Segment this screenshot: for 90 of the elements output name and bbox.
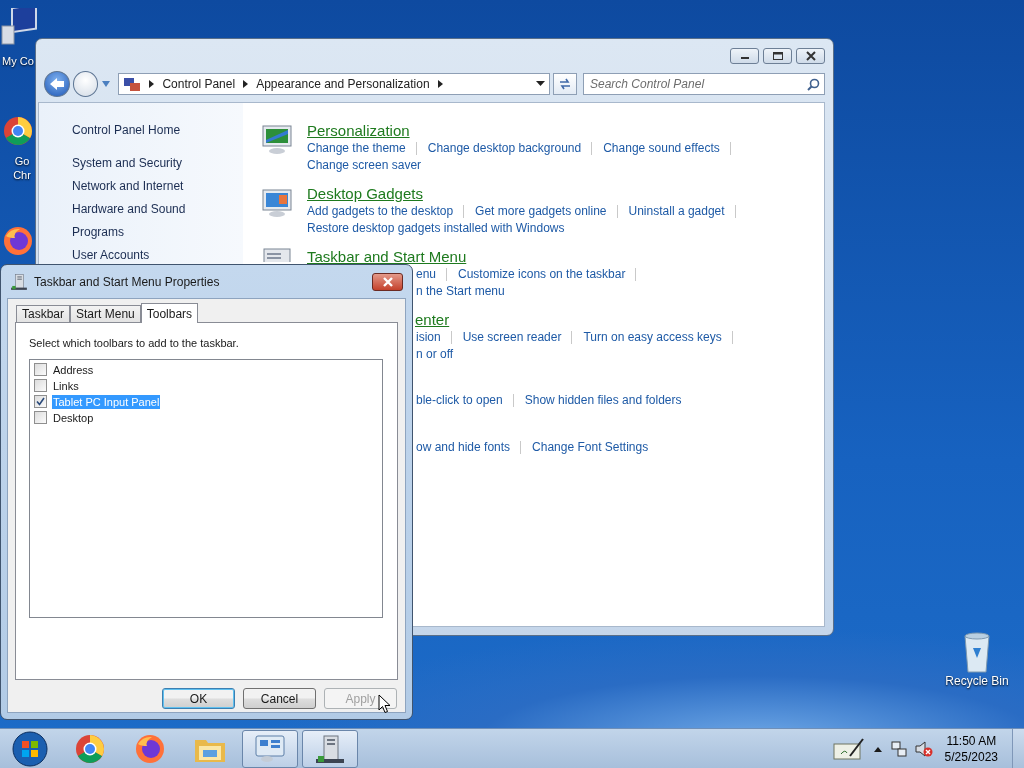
task-link[interactable]: Get more gadgets online [475,204,607,219]
tab[interactable]: Taskbar [16,305,71,322]
firefox-icon [135,733,165,764]
minimize-button[interactable] [730,48,759,64]
task-link[interactable]: ow and hide fonts [416,440,511,455]
toolbar-option[interactable]: Links [52,378,80,393]
back-button[interactable] [44,71,70,97]
dropdown-caret-icon[interactable] [101,80,112,88]
taskbar-properties-icon [314,733,346,764]
forward-button[interactable] [72,71,99,97]
task-link[interactable]: Turn on easy access keys [583,330,722,345]
firefox-icon [3,226,33,256]
chrome-icon [75,733,105,764]
task-link[interactable]: Customize icons on the taskbar [458,267,626,282]
muted-speaker-icon[interactable] [914,740,933,757]
task-link[interactable]: n or off [416,347,454,362]
close-icon [381,276,394,287]
checkbox[interactable] [34,379,47,392]
category-link[interactable]: Network and Internet [72,175,184,198]
icon-label: Recycle Bin [944,674,1010,688]
tab[interactable]: Toolbars [140,303,199,323]
home-link[interactable]: Control Panel Home [72,119,181,142]
dialog-button[interactable]: OK [162,688,235,709]
icon-label: Go Chr [12,154,32,182]
clock[interactable]: 11:50 AM 5/25/2023 [940,732,1004,765]
task-link[interactable]: ision [416,330,441,345]
control-panel-icon [254,733,286,764]
toolbar-option[interactable]: Address [52,362,95,377]
category-title[interactable]: Desktop Gadgets [307,185,423,203]
task-link[interactable]: Change desktop background [427,141,582,156]
task-link[interactable]: Change sound effects [603,141,720,156]
category-link[interactable]: Programs [72,221,124,244]
task-link[interactable]: Use screen reader [462,330,562,345]
close-button[interactable] [372,272,403,291]
checkbox[interactable] [34,395,47,408]
taskbar-button[interactable] [302,729,358,768]
task-link[interactable]: Change screen saver [307,158,422,173]
close-icon [803,51,818,61]
task-link[interactable]: Change Font Settings [532,440,649,455]
breadcrumb-arrow-icon [149,80,155,88]
breadcrumb-item[interactable]: Appearance and Personalization [256,75,430,93]
category-title[interactable]: Personalization [307,122,410,140]
dialog-title: Taskbar and Start Menu Properties [34,273,220,291]
computer-icon [0,8,38,48]
search-field[interactable]: Search Control Panel [583,73,825,95]
checkbox[interactable] [34,363,47,376]
task-link[interactable]: Uninstall a gadget [628,204,725,219]
task-link[interactable]: Restore desktop gadgets installed with Windows [307,221,565,236]
breadcrumb-item[interactable]: Control Panel [162,75,236,93]
task-link[interactable]: Show hidden files and folders [524,393,682,408]
dropdown-caret-icon [536,81,546,87]
back-arrow-icon [48,77,65,91]
pen-tablet-icon[interactable] [832,736,865,761]
toolbar-option[interactable]: Desktop [52,410,95,425]
close-button[interactable] [796,48,825,64]
address-bar[interactable]: Control Panel Appearance and Personalization [118,73,551,95]
monitor-icon [261,122,295,156]
maximize-button[interactable] [763,48,792,64]
tab[interactable]: Start Menu [70,305,141,322]
breadcrumb-arrow-icon [437,80,443,88]
network-icon[interactable] [890,740,907,757]
task-link[interactable]: Change the theme [307,141,406,156]
mouse-pointer-icon [378,694,391,714]
instruction-text: Select which toolbars to add to the taskbar. [29,336,239,351]
category-link[interactable]: Hardware and Sound [72,198,186,221]
taskbar-properties-icon [10,272,28,291]
refresh-icon [558,77,573,91]
taskbar-button[interactable] [242,729,298,768]
clock-date: 5/25/2023 [944,748,998,765]
maximize-icon [770,51,785,61]
task-link[interactable]: enu [416,267,437,282]
recycle-bin-icon [961,630,993,674]
clock-time: 11:50 AM [946,732,997,749]
category-title[interactable]: Taskbar and Start Menu [307,248,467,266]
dialog-button[interactable]: Cancel [243,688,316,709]
task-link[interactable]: n the Start menu [416,284,505,299]
refresh-button[interactable] [553,73,577,95]
icon-label: My Co [2,54,34,68]
control-panel-icon [123,76,142,92]
checkbox[interactable] [34,411,47,424]
category-title[interactable]: enter [415,311,450,329]
category-link[interactable]: System and Security [72,152,183,175]
windows-logo-icon [12,730,48,767]
task-link[interactable]: Add gadgets to the desktop [307,204,454,219]
search-icon [807,78,820,91]
category-link[interactable]: User Accounts [72,244,150,267]
chrome-icon [3,116,33,146]
task-link[interactable]: ble-click to open [416,393,503,408]
checkmark-icon [36,397,45,406]
breadcrumb-arrow-icon [243,80,249,88]
